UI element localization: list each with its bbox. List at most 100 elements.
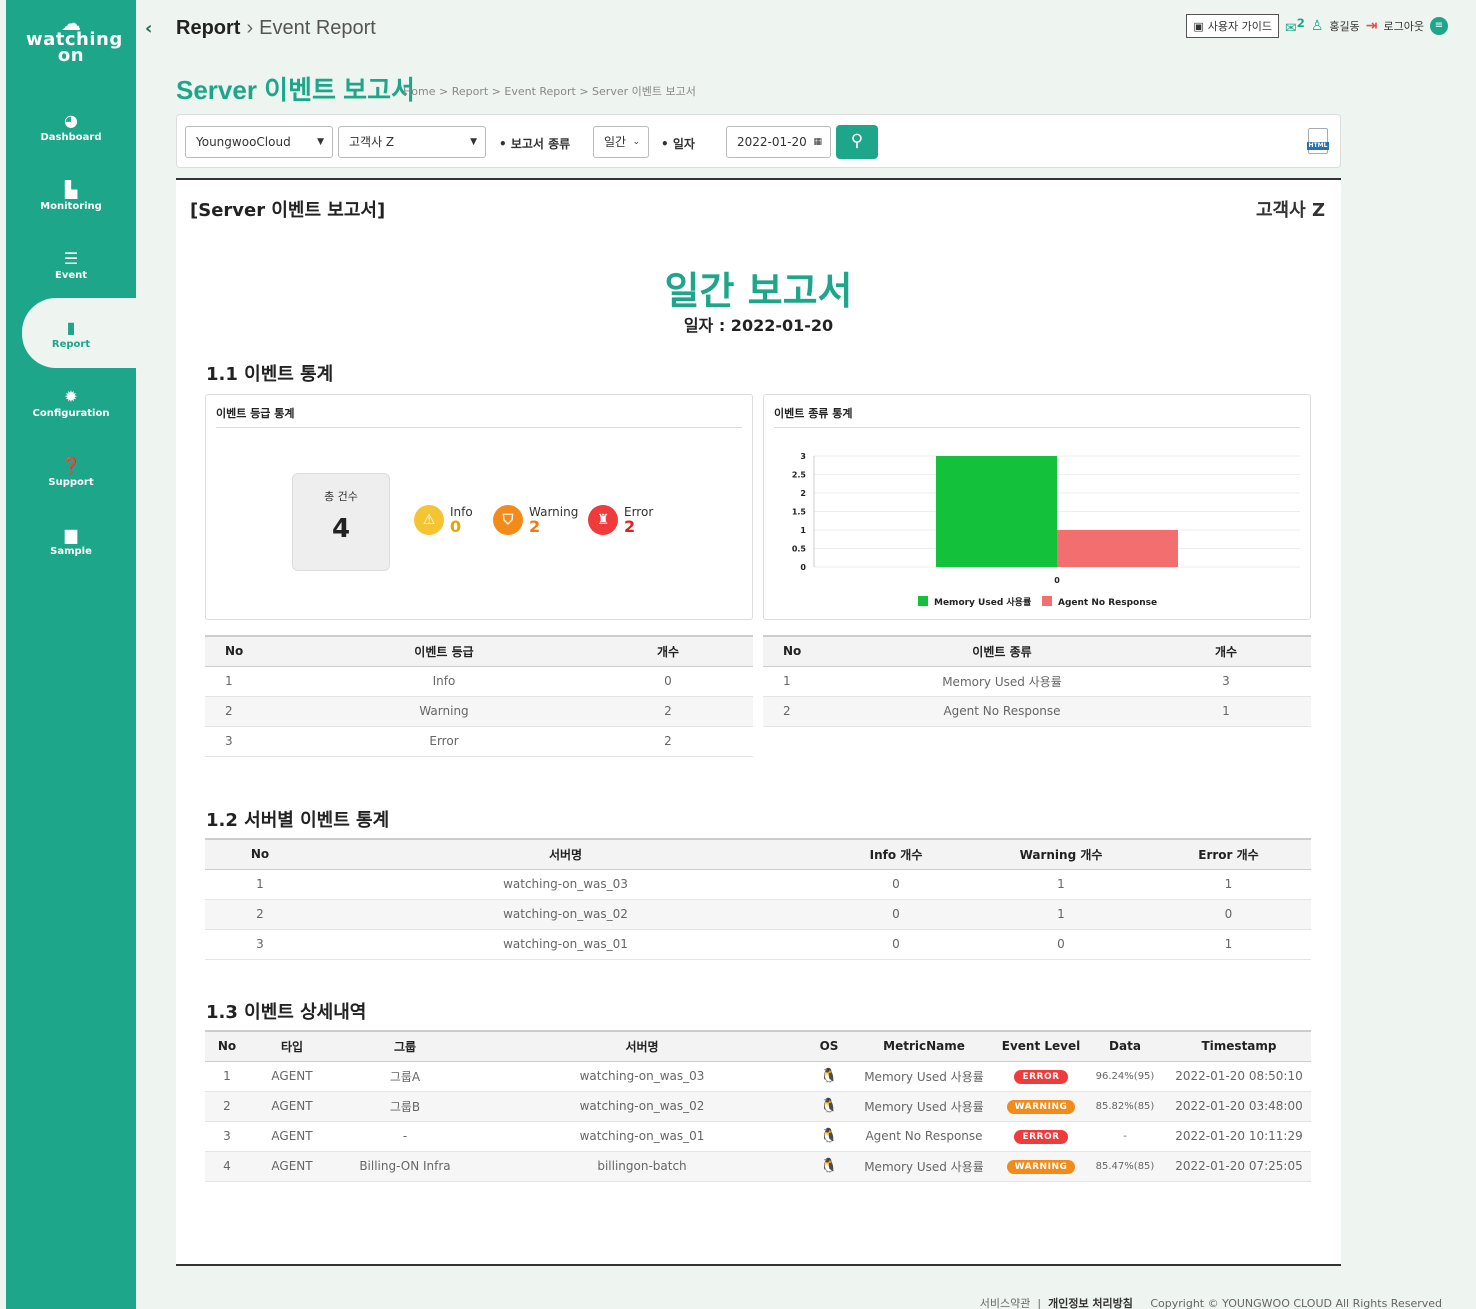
table-cell: Billing-ON Infra	[335, 1151, 475, 1182]
table-cell: Error	[305, 726, 583, 757]
event-type-card: 이벤트 종류 통계 0 0.5 1 1.5 2 2.5 3 0 Memory Used 사용률 A…	[763, 394, 1311, 620]
table-cell: watching-on_was_03	[315, 869, 816, 900]
y-tick-label: 0	[800, 563, 806, 572]
customer-select[interactable]: 고객사 Z ▼	[338, 126, 486, 158]
logout-button[interactable]: 로그아웃	[1384, 18, 1424, 34]
table-cell: 그룹A	[335, 1061, 475, 1092]
table-cell: 2	[763, 696, 863, 727]
report-type-label: • 보고서 종류	[499, 137, 571, 151]
report-date: 일자 : 2022-01-20	[683, 316, 834, 335]
linux-icon: 🐧	[820, 1128, 838, 1144]
table-cell: -	[335, 1121, 475, 1152]
sidebar-item-label: Sample	[50, 546, 92, 557]
column-header: 타입	[249, 1030, 335, 1062]
chevron-right-icon: ›	[246, 17, 254, 39]
table-cell: 🐧	[809, 1151, 849, 1182]
column-header: Timestamp	[1167, 1030, 1311, 1062]
table-cell: AGENT	[249, 1061, 335, 1092]
chevron-down-icon: ▼	[317, 137, 324, 147]
privacy-link[interactable]: 개인정보 처리방침	[1048, 1297, 1133, 1309]
table-cell: Memory Used 사용률	[849, 1091, 999, 1122]
top-breadcrumb: Report › Event Report	[176, 17, 376, 40]
sidebar-item-support[interactable]: ❓ Support	[6, 457, 136, 489]
event-icon: ☰	[63, 249, 79, 268]
column-header: No	[205, 838, 315, 870]
sidebar-item-dashboard[interactable]: ◕ Dashboard	[6, 111, 136, 144]
column-header: No	[763, 635, 863, 667]
crumb-report[interactable]: Report	[176, 17, 240, 39]
table-cell: 1	[205, 666, 305, 697]
guide-icon: ▣	[1193, 19, 1204, 33]
html-export-icon[interactable]: HTML	[1307, 128, 1329, 154]
notification-icon[interactable]: ✉2	[1285, 16, 1305, 37]
section-server-stats: 1.2 서버별 이벤트 통계	[206, 810, 390, 831]
sidebar-item-label: Monitoring	[40, 201, 102, 212]
logout-icon: ⇥	[1365, 18, 1378, 34]
table-cell: Memory Used 사용률	[849, 1151, 999, 1182]
y-tick-label: 2	[800, 489, 806, 498]
error-count: 2	[624, 517, 636, 536]
calendar-icon[interactable]: ▦	[813, 127, 822, 157]
y-tick-label: 2.5	[792, 471, 807, 480]
section-event-details: 1.3 이벤트 상세내역	[206, 1002, 367, 1023]
cloud-select[interactable]: YoungwooCloud ▼	[185, 126, 333, 158]
report-type-value: 일간	[604, 135, 627, 149]
table-cell: 2022-01-20 07:25:05	[1167, 1151, 1311, 1182]
table-cell: 그룹B	[335, 1091, 475, 1122]
user-guide-button[interactable]: ▣ 사용자 가이드	[1186, 14, 1279, 38]
table-cell: Agent No Response	[863, 696, 1141, 727]
report-type-select[interactable]: 일간 ⌄	[593, 126, 649, 158]
sidebar-item-monitoring[interactable]: ▙ Monitoring	[6, 181, 136, 213]
event-grade-table: No 이벤트 등급 개수 1 Info 0 2 Warning 2 3 Error 2	[205, 635, 753, 757]
table-cell: Memory Used 사용률	[849, 1061, 999, 1092]
report-customer: 고객사 Z	[1256, 200, 1325, 221]
info-icon: ⚠	[414, 505, 444, 535]
warning-icon: ⛉	[493, 505, 523, 535]
table-row: 2 Agent No Response 1	[763, 696, 1311, 727]
crumb-event-report[interactable]: Event Report	[259, 17, 376, 39]
menu-icon[interactable]: ≡	[1430, 17, 1448, 35]
sidebar-item-event[interactable]: ☰ Event	[6, 249, 136, 282]
table-cell: 1	[1141, 696, 1311, 727]
user-name[interactable]: 홍길동	[1329, 18, 1359, 34]
sidebar-item-label: Support	[48, 477, 94, 488]
table-cell: 1	[1146, 929, 1311, 960]
event-detail-table: No 타입 그룹 서버명 OS MetricName Event Level D…	[205, 1030, 1311, 1182]
sidebar-item-label: Report	[51, 339, 91, 350]
table-row: 2 AGENT 그룹B watching-on_was_02 🐧 Memory Used …	[205, 1091, 1311, 1122]
table-cell: WARNING	[999, 1151, 1083, 1182]
table-cell: 85.82%(85)	[1083, 1091, 1167, 1122]
table-cell: watching-on_was_02	[315, 899, 816, 930]
terms-link[interactable]: 서비스약관	[980, 1297, 1031, 1309]
column-header: MetricName	[849, 1030, 999, 1062]
sidebar-item-report[interactable]: ▮ Report	[6, 319, 136, 351]
event-level-badge: ERROR	[1014, 1070, 1068, 1084]
bar-agent-no-response	[1057, 530, 1178, 567]
table-cell: 3	[205, 1121, 249, 1152]
sidebar-item-label: Configuration	[32, 408, 110, 419]
info-count: 0	[450, 517, 462, 536]
date-input[interactable]: 2022-01-20 ▦	[726, 126, 831, 158]
event-level-badge: WARNING	[1006, 1160, 1076, 1174]
column-header: Info 개수	[816, 838, 976, 870]
sidebar-item-label: Dashboard	[40, 132, 102, 143]
search-button[interactable]: ⚲	[836, 125, 878, 159]
table-cell: -	[1083, 1121, 1167, 1152]
server-stats-table: No 서버명 Info 개수 Warning 개수 Error 개수 1 watc…	[205, 838, 1311, 960]
sidebar-item-configuration[interactable]: ✹ Configuration	[6, 388, 136, 420]
table-cell: 2	[205, 696, 305, 727]
collapse-sidebar-icon[interactable]: ‹	[145, 18, 152, 39]
filter-bar: YoungwooCloud ▼ 고객사 Z ▼ • 보고서 종류 일간 ⌄ • 일자 …	[176, 114, 1341, 168]
dashboard-icon: ◕	[64, 111, 78, 130]
app-logo[interactable]: ☁ watching on	[26, 13, 122, 65]
table-cell: 0	[816, 899, 976, 930]
table-cell: Agent No Response	[849, 1121, 999, 1152]
table-row: 3 AGENT - watching-on_was_01 🐧 Agent No Respo…	[205, 1121, 1311, 1152]
siren-icon: ♜	[588, 505, 618, 535]
table-cell: AGENT	[249, 1121, 335, 1152]
table-cell: watching-on_was_01	[475, 1121, 809, 1152]
column-header: 개수	[1141, 635, 1311, 667]
table-cell: Memory Used 사용률	[863, 666, 1141, 697]
sidebar-item-sample[interactable]: ▆ Sample	[6, 526, 136, 558]
chevron-down-icon: ▼	[470, 137, 477, 147]
